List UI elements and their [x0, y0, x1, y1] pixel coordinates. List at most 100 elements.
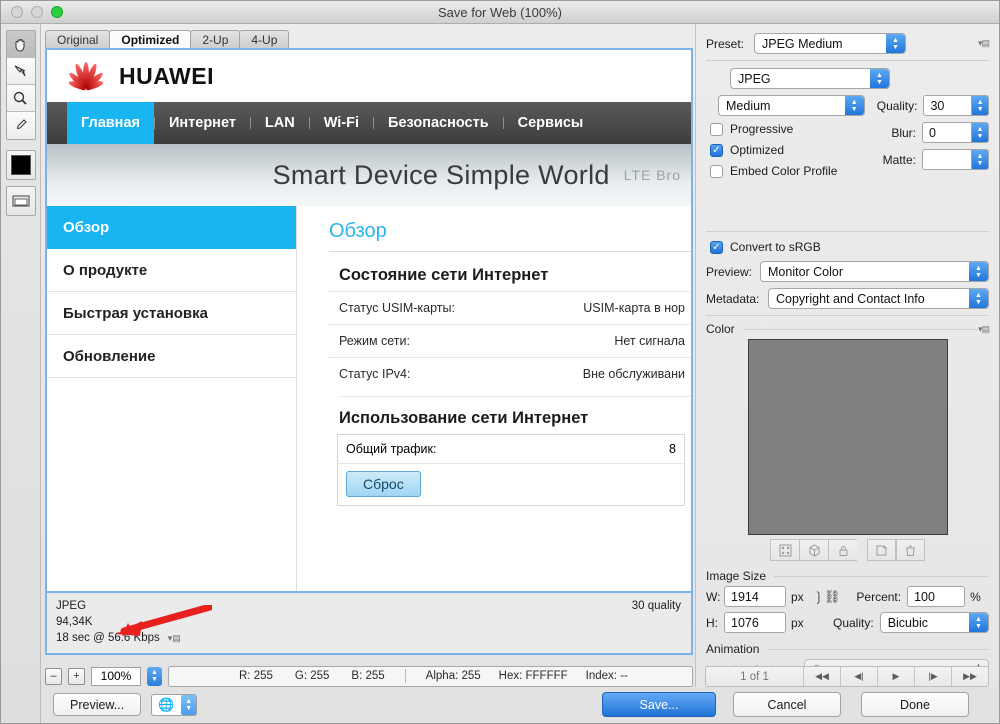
- browser-select-stepper[interactable]: ▲ ▼: [181, 694, 197, 715]
- quality-preset-select[interactable]: Medium ▲ ▼: [718, 95, 865, 116]
- section-title-internet-usage: Использование сети Интернет: [339, 396, 691, 428]
- settings-panel: Preset: JPEG Medium ▲ ▼ ▾▤ JPEG ▲ ▼ Medium…: [695, 24, 999, 687]
- sidebar-item-quick-setup[interactable]: Быстрая установка: [47, 292, 296, 335]
- nav-item-internet[interactable]: Интернет: [155, 102, 250, 144]
- nav-item-wifi[interactable]: Wi-Fi: [310, 102, 373, 144]
- preview-label: Preview:: [706, 264, 753, 279]
- frame-navigation: 1 of 1 ◀◀ ◀| ▶ |▶ ▶▶: [705, 666, 989, 687]
- usage-key: Общий трафик:: [346, 442, 437, 456]
- cancel-button[interactable]: Cancel: [733, 692, 841, 717]
- quality-row: Medium ▲ ▼ Quality: 30 ▲ ▼: [706, 95, 989, 116]
- quality-input[interactable]: 30: [923, 95, 973, 116]
- metadata-select[interactable]: Copyright and Contact Info ▲ ▼: [768, 288, 989, 309]
- constrain-proportions-icon[interactable]: ❳⛓: [813, 589, 840, 605]
- save-button[interactable]: Save...: [602, 692, 716, 717]
- blur-input[interactable]: 0: [922, 122, 972, 143]
- blur-stepper[interactable]: ▲ ▼: [972, 122, 989, 143]
- matte-stepper[interactable]: ▲ ▼: [972, 149, 989, 170]
- delete-swatch-icon[interactable]: [896, 539, 925, 561]
- matte-input[interactable]: [922, 149, 972, 170]
- resample-quality-label: Quality:: [833, 615, 874, 630]
- preset-panel-menu-icon[interactable]: ▾▤: [978, 38, 990, 49]
- browser-preview-control[interactable]: 🌐 ▲ ▼: [151, 693, 198, 716]
- nav-item-security[interactable]: Безопасность: [374, 102, 503, 144]
- play-button[interactable]: ▶: [877, 667, 914, 686]
- percent-input[interactable]: 100: [907, 586, 966, 607]
- sidebar-item-update[interactable]: Обновление: [47, 335, 296, 378]
- progressive-checkbox-row[interactable]: Progressive: [710, 122, 854, 136]
- tab-original[interactable]: Original: [45, 30, 111, 49]
- zoom-out-button[interactable]: –: [45, 667, 62, 685]
- zoom-level-input[interactable]: 100%: [91, 666, 141, 686]
- color-panel-menu-icon[interactable]: ▾▤: [978, 324, 990, 335]
- window-titlebar: Save for Web (100%): [1, 1, 999, 24]
- animation-title: Animation: [706, 642, 760, 656]
- readout-index: Index: --: [585, 670, 628, 682]
- nav-item-lan[interactable]: LAN: [251, 102, 309, 144]
- zoom-in-button[interactable]: +: [68, 667, 85, 685]
- preset-select[interactable]: JPEG Medium ▲ ▼: [754, 33, 906, 54]
- rgb-values: R: 255 G: 255 B: 255: [169, 670, 385, 682]
- eyedropper-tool-icon[interactable]: [6, 112, 35, 139]
- site-banner: Smart Device Simple World LTE Bro: [47, 144, 691, 206]
- chevron-updown-icon: ▲▼: [886, 34, 905, 53]
- site-main-content: Обзор Состояние сети Интернет Статус USI…: [297, 206, 691, 591]
- optimized-preview-canvas[interactable]: HUAWEI Главная Интернет LAN Wi-Fi Безопа…: [45, 48, 693, 593]
- width-input[interactable]: 1914: [724, 586, 786, 607]
- site-sidebar: Обзор О продукте Быстрая установка Обнов…: [47, 206, 297, 591]
- quality-label: Quality:: [876, 98, 918, 113]
- optimized-checkbox-row[interactable]: ✓ Optimized: [710, 143, 854, 157]
- previous-frame-button[interactable]: ◀|: [840, 667, 877, 686]
- last-frame-button[interactable]: ▶▶: [951, 667, 988, 686]
- width-unit: px: [791, 589, 804, 604]
- preview-button[interactable]: Preview...: [53, 693, 142, 716]
- preview-mode-tabs: Original Optimized 2-Up 4-Up: [45, 29, 693, 49]
- screen-mode-button[interactable]: [5, 186, 36, 216]
- foreground-color-swatch[interactable]: [5, 150, 36, 180]
- huawei-logo: HUAWEI: [65, 62, 214, 91]
- sidebar-item-overview[interactable]: Обзор: [47, 206, 296, 249]
- new-swatch-icon[interactable]: [867, 539, 896, 561]
- frame-counter: 1 of 1: [740, 670, 769, 683]
- convert-srgb-checkbox-row[interactable]: ✓ Convert to sRGB: [710, 240, 989, 254]
- resample-quality-value: Bicubic: [887, 615, 928, 630]
- sidebar-item-about-product[interactable]: О продукте: [47, 249, 296, 292]
- done-button[interactable]: Done: [861, 692, 969, 717]
- convert-srgb-checkbox[interactable]: ✓: [710, 240, 723, 254]
- tab-4up[interactable]: 4-Up: [239, 30, 290, 49]
- image-size-row-2: H: 1076 px Quality: Bicubic ▲ ▼: [706, 612, 989, 633]
- nav-item-services[interactable]: Сервисы: [504, 102, 598, 144]
- optimized-checkbox[interactable]: ✓: [710, 143, 723, 157]
- embed-color-profile-checkbox[interactable]: [710, 164, 723, 178]
- image-size-title: Image Size: [706, 569, 767, 583]
- table-row: Статус USIM-карты: USIM-карта в нор: [329, 291, 691, 324]
- tab-2up[interactable]: 2-Up: [190, 30, 241, 49]
- format-row: JPEG ▲ ▼: [706, 68, 989, 89]
- first-frame-button[interactable]: ◀◀: [803, 667, 840, 686]
- image-size-header: Image Size: [706, 569, 989, 583]
- quality-stepper[interactable]: ▲ ▼: [972, 95, 989, 116]
- zoom-stepper[interactable]: ▲ ▼: [147, 666, 162, 686]
- reset-traffic-button[interactable]: Сброс: [346, 471, 421, 497]
- preview-select[interactable]: Monitor Color ▲ ▼: [760, 261, 989, 282]
- progressive-checkbox[interactable]: [710, 122, 723, 136]
- embed-color-profile-checkbox-row[interactable]: Embed Color Profile: [710, 164, 854, 178]
- hand-tool-icon[interactable]: [6, 31, 35, 58]
- status-value: Вне обслуживани: [582, 367, 685, 381]
- next-frame-button[interactable]: |▶: [914, 667, 951, 686]
- height-input[interactable]: 1076: [724, 612, 786, 633]
- info-quality: 30 quality: [631, 600, 681, 612]
- status-key: Статус USIM-карты:: [339, 301, 455, 315]
- color-table-swatch[interactable]: [747, 339, 948, 535]
- height-unit: px: [791, 615, 804, 630]
- slice-select-tool-icon[interactable]: [6, 58, 35, 85]
- zoom-tool-icon[interactable]: [6, 85, 35, 112]
- file-format-select[interactable]: JPEG ▲ ▼: [730, 68, 890, 89]
- web-shift-icon[interactable]: [799, 539, 828, 561]
- nav-item-home[interactable]: Главная: [67, 102, 154, 144]
- metadata-value: Copyright and Contact Info: [776, 291, 925, 306]
- tab-optimized[interactable]: Optimized: [109, 30, 192, 49]
- resample-quality-select[interactable]: Bicubic ▲ ▼: [879, 612, 989, 633]
- transparency-icon[interactable]: [770, 539, 799, 561]
- lock-icon[interactable]: [828, 539, 857, 561]
